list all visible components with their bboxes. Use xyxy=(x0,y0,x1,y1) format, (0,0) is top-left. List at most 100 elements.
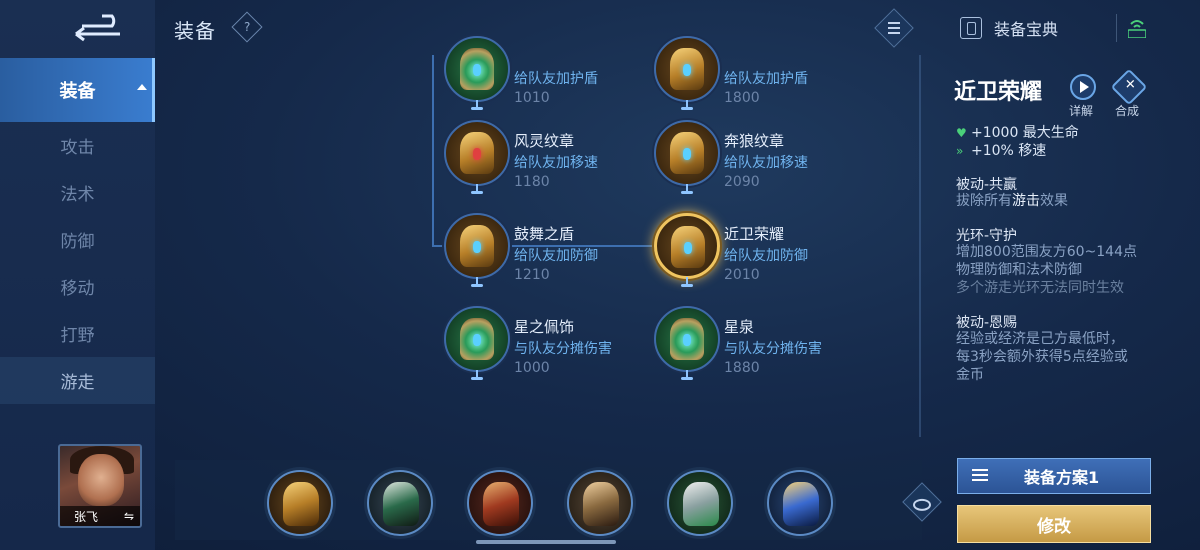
passive-desc-line: 每3秒会额外获得5点经验或 xyxy=(956,349,1128,365)
item-shield-a[interactable]: 给队友加护盾 1010 xyxy=(444,36,654,112)
sidebar-item-label: 游走 xyxy=(60,373,95,393)
aura-note: 多个游走光环无法同时生效 xyxy=(956,280,1124,296)
item-name: 鼓舞之盾 xyxy=(514,225,575,243)
edit-button[interactable]: 修改 xyxy=(957,505,1151,543)
aura-title: 光环-守护 xyxy=(956,228,1018,244)
stat-text: +1000 最大生命 xyxy=(971,125,1079,141)
aura-desc-line: 增加800范围友方60~144点 xyxy=(956,244,1137,260)
stat-text: +10% 移速 xyxy=(971,143,1047,159)
item-inspire-shield[interactable]: 鼓舞之盾 给队友加防御 1210 xyxy=(444,213,654,289)
item-price: 1000 xyxy=(514,360,550,376)
passive-desc: 拔除所有游击效果 xyxy=(956,193,1068,209)
item-wolf-emblem[interactable]: 奔狼纹章 给队友加移速 2090 xyxy=(654,120,864,196)
item-desc: 给队友加移速 xyxy=(724,155,808,171)
pin-icon xyxy=(681,370,693,382)
question-icon[interactable]: ? xyxy=(231,11,263,43)
item-icon xyxy=(654,306,720,372)
codex-button[interactable]: 装备宝典 xyxy=(960,14,1058,42)
item-detail-panel: 近卫荣耀 详解 合成 ♥ +1000 最大生命 » +10% 移速 被动-共赢 拔除… xyxy=(940,60,1190,455)
category-list: 装备 攻击 法术 防御 移动 打野 游走 xyxy=(0,58,155,404)
loadout-slot[interactable] xyxy=(467,470,533,536)
item-price: 2090 xyxy=(724,174,760,190)
sidebar-item-label: 防御 xyxy=(60,232,95,252)
sidebar-item-label: 装备 xyxy=(59,81,96,102)
item-name: 奔狼纹章 xyxy=(724,132,785,150)
item-price: 1210 xyxy=(514,267,550,283)
item-icon xyxy=(654,213,720,279)
item-guardian-glory[interactable]: 近卫荣耀 给队友加防御 2010 xyxy=(654,213,864,289)
loadout-slot[interactable] xyxy=(567,470,633,536)
item-star-spring[interactable]: 星泉 与队友分摊伤害 1880 xyxy=(654,306,864,382)
sidebar-item-defense[interactable]: 防御 xyxy=(0,216,155,263)
combine-icon[interactable] xyxy=(1110,68,1148,106)
item-price: 2010 xyxy=(724,267,760,283)
aura-desc-line: 物理防御和法术防御 xyxy=(956,262,1082,278)
item-icon xyxy=(444,120,510,186)
sidebar-item-label: 法术 xyxy=(60,185,95,205)
stat-speed: » +10% 移速 xyxy=(956,140,1046,160)
loadout-slot[interactable] xyxy=(767,470,833,536)
sidebar-item-movement[interactable]: 移动 xyxy=(0,263,155,310)
sidebar-item-label: 攻击 xyxy=(60,138,95,158)
scrollbar[interactable] xyxy=(919,55,921,437)
codex-label: 装备宝典 xyxy=(994,20,1059,39)
item-name: 星之佩饰 xyxy=(514,318,575,336)
sidebar-item-jungle[interactable]: 打野 xyxy=(0,310,155,357)
item-price: 1010 xyxy=(514,90,550,106)
item-shield-b[interactable]: 给队友加护盾 1800 xyxy=(654,36,864,112)
menu-button[interactable] xyxy=(874,8,914,48)
tree-connector xyxy=(432,55,434,247)
item-desc: 给队友加防御 xyxy=(514,248,598,264)
horizontal-scrollbar[interactable] xyxy=(476,540,616,544)
loadout-slot[interactable] xyxy=(367,470,433,536)
pin-icon xyxy=(681,100,693,112)
pin-icon xyxy=(471,277,483,289)
scheme-button[interactable]: 装备方案1 xyxy=(957,458,1151,494)
combine-button-label[interactable]: 合成 xyxy=(1115,102,1139,119)
loadout-slot[interactable] xyxy=(267,470,333,536)
sidebar-item-equipment[interactable]: 装备 xyxy=(0,58,155,122)
swap-icon[interactable]: ⇋ xyxy=(124,509,134,523)
passive-desc-line: 金币 xyxy=(956,367,984,383)
caret-up-icon xyxy=(137,84,147,90)
item-desc: 给队友加护盾 xyxy=(724,71,808,87)
passive-desc-line: 经验或经济是己方最低时， xyxy=(956,331,1124,347)
back-icon[interactable] xyxy=(72,12,126,42)
item-icon xyxy=(654,36,720,102)
book-icon xyxy=(960,17,982,39)
item-icon xyxy=(444,36,510,102)
detail-title: 近卫荣耀 xyxy=(954,80,1043,105)
item-price: 1180 xyxy=(514,174,550,190)
sidebar-item-magic[interactable]: 法术 xyxy=(0,169,155,216)
item-price: 1800 xyxy=(724,90,760,106)
sidebar-item-attack[interactable]: 攻击 xyxy=(0,122,155,169)
sidebar-item-label: 移动 xyxy=(60,279,95,299)
item-name: 近卫荣耀 xyxy=(724,225,785,243)
item-desc: 与队友分摊伤害 xyxy=(724,341,822,357)
pin-icon xyxy=(471,184,483,196)
item-desc: 与队友分摊伤害 xyxy=(514,341,612,357)
item-wind-emblem[interactable]: 风灵纹章 给队友加移速 1180 xyxy=(444,120,654,196)
item-desc: 给队友加防御 xyxy=(724,248,808,264)
boot-icon: » xyxy=(956,144,964,158)
play-icon[interactable] xyxy=(1070,74,1096,100)
wifi-icon xyxy=(1128,20,1146,38)
hero-avatar[interactable]: 张飞 ⇋ xyxy=(58,444,142,528)
pin-icon xyxy=(471,100,483,112)
page-title: 装备 xyxy=(174,19,216,43)
item-desc: 给队友加护盾 xyxy=(514,71,598,87)
item-name: 星泉 xyxy=(724,318,755,336)
loadout-slot[interactable] xyxy=(667,470,733,536)
item-name: 风灵纹章 xyxy=(514,132,575,150)
detail-button-label[interactable]: 详解 xyxy=(1069,102,1093,119)
scheme-label: 装备方案1 xyxy=(1024,468,1100,487)
passive-title: 被动-共赢 xyxy=(956,177,1018,193)
item-star-pendant[interactable]: 星之佩饰 与队友分摊伤害 1000 xyxy=(444,306,654,382)
pin-icon xyxy=(681,277,693,289)
passive-title: 被动-恩赐 xyxy=(956,315,1018,331)
pin-icon xyxy=(471,370,483,382)
item-icon xyxy=(444,213,510,279)
heart-icon: ♥ xyxy=(956,126,967,140)
pin-icon xyxy=(681,184,693,196)
sidebar-item-roam[interactable]: 游走 xyxy=(0,357,155,404)
